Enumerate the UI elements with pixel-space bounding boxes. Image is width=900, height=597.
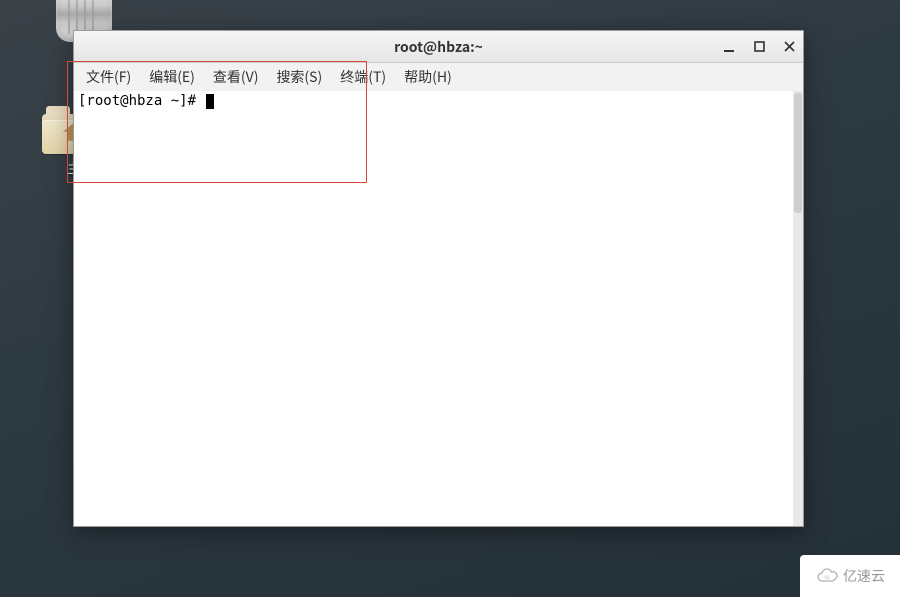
close-button[interactable] [781, 39, 797, 55]
window-title: root@hbza:~ [394, 37, 483, 57]
svg-text:ss: ss [824, 572, 830, 581]
cloud-icon: ss [815, 567, 839, 585]
scrollbar-thumb[interactable] [794, 93, 802, 213]
terminal-body[interactable]: [root@hbza ~]# [74, 91, 803, 526]
menu-file[interactable]: 文件(F) [80, 65, 137, 89]
scrollbar[interactable] [793, 91, 803, 526]
minimize-button[interactable] [721, 39, 737, 55]
watermark-text: 亿速云 [843, 566, 885, 586]
menu-terminal[interactable]: 终端(T) [334, 65, 392, 89]
menubar: 文件(F) 编辑(E) 查看(V) 搜索(S) 终端(T) 帮助(H) [74, 63, 803, 91]
menu-help[interactable]: 帮助(H) [398, 65, 458, 89]
watermark: ss 亿速云 [800, 555, 900, 597]
window-controls [721, 31, 797, 62]
cursor-icon [206, 94, 214, 109]
shell-prompt: [root@hbza ~]# [78, 93, 204, 109]
terminal-window: root@hbza:~ 文件(F) 编辑(E) 查看(V) 搜索(S) 终端(T… [73, 30, 804, 527]
menu-view[interactable]: 查看(V) [207, 65, 265, 89]
menu-edit[interactable]: 编辑(E) [143, 65, 201, 89]
minimize-icon [723, 41, 735, 53]
maximize-button[interactable] [751, 39, 767, 55]
window-titlebar[interactable]: root@hbza:~ [74, 31, 803, 63]
close-icon [784, 41, 795, 52]
maximize-icon [754, 41, 765, 52]
menu-search[interactable]: 搜索(S) [270, 65, 328, 89]
